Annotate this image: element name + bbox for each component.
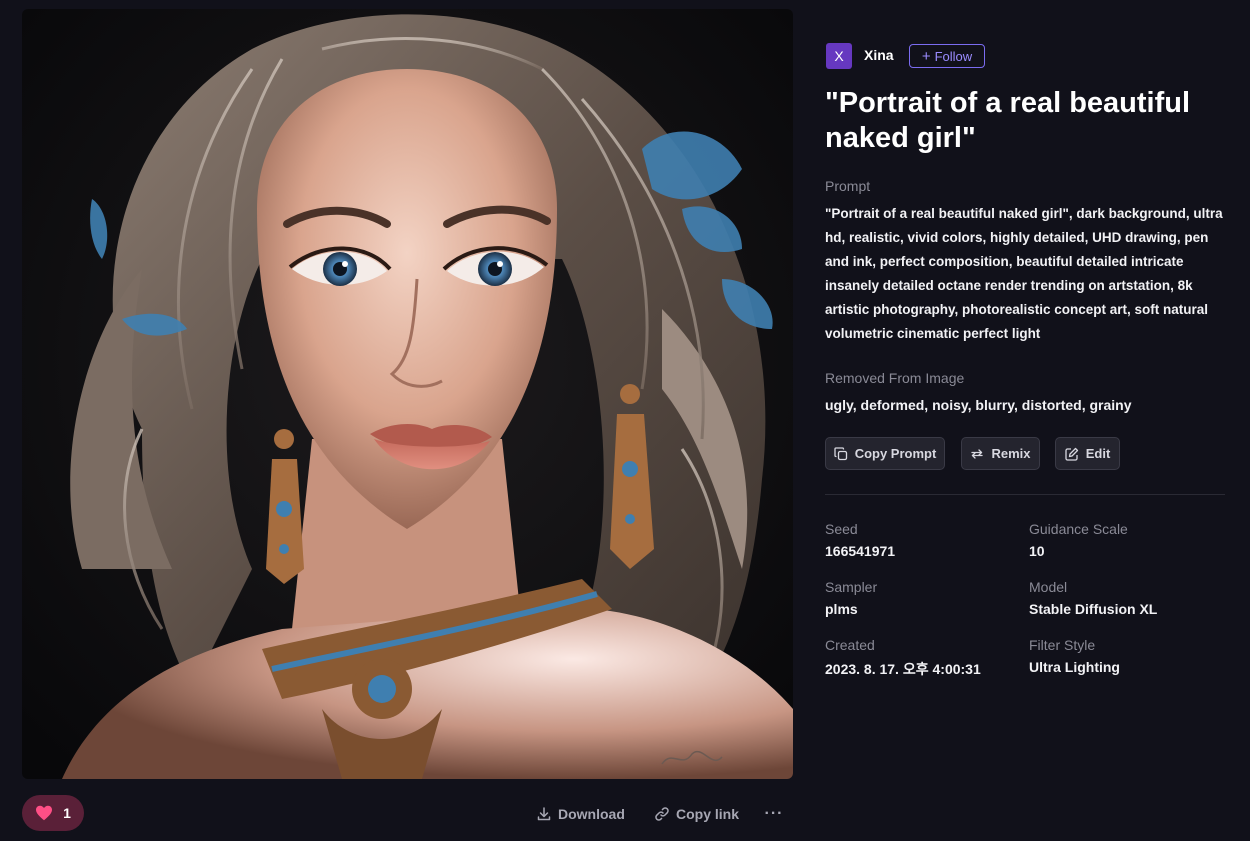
removed-text: ugly, deformed, noisy, blurry, distorted… — [825, 397, 1132, 413]
created-value: 2023. 8. 17. 오후 4:00:31 — [825, 661, 981, 677]
filter-style-label: Filter Style — [1029, 637, 1096, 653]
like-button[interactable]: 1 — [22, 795, 84, 831]
edit-icon — [1065, 447, 1079, 461]
seed-value: 166541971 — [825, 543, 896, 559]
download-label: Download — [558, 806, 625, 822]
follow-label: Follow — [934, 48, 973, 64]
seed-label: Seed — [825, 521, 858, 537]
prompt-text: "Portrait of a real beautiful naked girl… — [825, 206, 1223, 341]
copy-prompt-button[interactable]: Copy Prompt — [825, 437, 945, 470]
avatar[interactable]: X — [826, 43, 852, 69]
heart-icon — [35, 805, 53, 821]
edit-label: Edit — [1085, 446, 1111, 461]
image-detail-page: 1 Download Copy link ··· X Xina + Follow… — [0, 0, 1250, 841]
guidance-value: 10 — [1029, 543, 1045, 559]
remix-label: Remix — [991, 446, 1031, 461]
guidance-label: Guidance Scale — [1029, 521, 1128, 537]
divider — [825, 494, 1225, 495]
remix-icon — [970, 447, 984, 461]
generated-image[interactable] — [22, 9, 793, 779]
copy-icon — [834, 446, 848, 461]
edit-button[interactable]: Edit — [1055, 437, 1120, 470]
removed-label: Removed From Image — [825, 370, 965, 386]
sampler-label: Sampler — [825, 579, 878, 595]
filter-style-value: Ultra Lighting — [1029, 659, 1120, 675]
sampler-value: plms — [825, 601, 858, 617]
prompt-label: Prompt — [825, 178, 871, 194]
link-icon — [654, 806, 670, 822]
page-title: "Portrait of a real beautiful naked girl… — [825, 87, 1191, 154]
copy-link-label: Copy link — [676, 806, 740, 822]
download-icon — [536, 806, 552, 822]
model-label: Model — [1029, 579, 1068, 595]
created-label: Created — [825, 637, 875, 653]
copy-prompt-label: Copy Prompt — [854, 446, 937, 461]
copy-link-button[interactable]: Copy link — [654, 800, 739, 828]
more-icon[interactable]: ··· — [762, 800, 786, 828]
author-name[interactable]: Xina — [864, 47, 894, 63]
model-value: Stable Diffusion XL — [1029, 601, 1158, 617]
like-count: 1 — [63, 805, 71, 821]
follow-button[interactable]: + Follow — [909, 44, 985, 68]
download-button[interactable]: Download — [536, 800, 625, 828]
remix-button[interactable]: Remix — [961, 437, 1040, 470]
plus-icon: + — [921, 47, 931, 65]
